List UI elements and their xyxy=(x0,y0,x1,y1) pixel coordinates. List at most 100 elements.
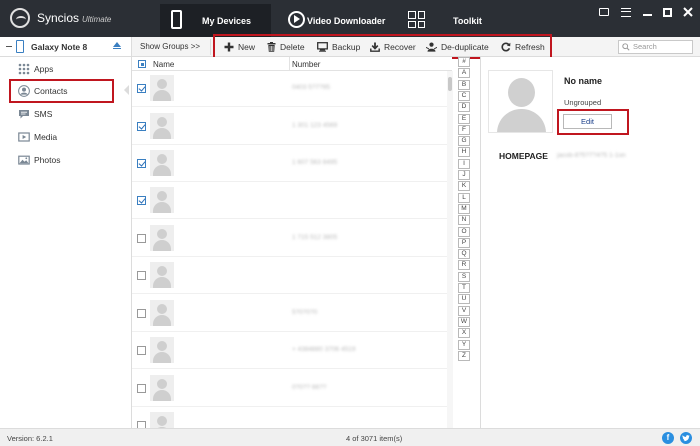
facebook-icon[interactable]: f xyxy=(662,432,674,444)
table-row[interactable] xyxy=(132,408,447,428)
alphabet-letter[interactable]: H xyxy=(458,147,470,158)
alphabet-letter[interactable]: D xyxy=(458,102,470,113)
column-header-number[interactable]: Number xyxy=(292,60,320,69)
alphabet-letter[interactable]: L xyxy=(458,192,470,203)
search-input[interactable]: Search xyxy=(618,40,693,54)
row-checkbox[interactable] xyxy=(137,421,146,428)
alphabet-letter[interactable]: N xyxy=(458,215,470,226)
contact-number: 0?0?? 66?? xyxy=(292,384,327,391)
trash-icon xyxy=(267,42,276,52)
alphabet-letter[interactable]: # xyxy=(458,57,470,67)
maximize-button[interactable] xyxy=(660,5,674,19)
item-count: 4 of 3071 item(s) xyxy=(346,434,403,443)
menu-button[interactable] xyxy=(619,5,633,19)
minimize-icon xyxy=(642,14,652,16)
message-icon xyxy=(599,8,609,16)
contact-avatar-icon xyxy=(150,375,174,401)
sidebar-item-photos[interactable]: Photos xyxy=(0,150,132,170)
minimize-button[interactable] xyxy=(640,5,654,19)
table-row[interactable] xyxy=(132,183,447,219)
alphabet-letter[interactable]: U xyxy=(458,294,470,305)
table-row[interactable]: 1 715 512 3805 xyxy=(132,221,447,257)
sidebar-item-sms[interactable]: SMS xyxy=(0,104,132,124)
contact-avatar-icon xyxy=(150,113,174,139)
table-row[interactable]: 0403 5?7?95 xyxy=(132,71,447,107)
sidebar-item-apps[interactable]: Apps xyxy=(0,59,132,79)
contact-avatar-icon xyxy=(150,187,174,213)
sidebar: Apps Contacts SMS Media Photos xyxy=(0,57,132,428)
alphabet-letter[interactable]: G xyxy=(458,136,470,147)
alphabet-letter[interactable]: P xyxy=(458,237,470,248)
table-row[interactable]: 1 301 123 4569 xyxy=(132,109,447,145)
row-checkbox[interactable] xyxy=(137,84,146,93)
row-checkbox[interactable] xyxy=(137,384,146,393)
row-checkbox[interactable] xyxy=(137,346,146,355)
alphabet-letter[interactable]: W xyxy=(458,316,470,327)
row-checkbox[interactable] xyxy=(137,271,146,280)
row-checkbox[interactable] xyxy=(137,234,146,243)
syncios-logo-icon xyxy=(10,8,30,28)
alphabet-letter[interactable]: Q xyxy=(458,249,470,260)
tab-label: My Devices xyxy=(202,15,252,26)
alphabet-letter[interactable]: A xyxy=(458,68,470,79)
eject-icon[interactable] xyxy=(113,42,121,51)
scroll-thumb[interactable] xyxy=(448,77,452,91)
row-checkbox[interactable] xyxy=(137,122,146,131)
contact-photo[interactable] xyxy=(488,70,553,133)
refresh-button[interactable]: Refresh xyxy=(501,40,545,54)
alphabet-letter[interactable]: B xyxy=(458,79,470,90)
show-groups-button[interactable]: Show Groups >> xyxy=(140,42,200,51)
table-row[interactable]: + 4384880 3706 4519 xyxy=(132,333,447,369)
alphabet-letter[interactable]: K xyxy=(458,181,470,192)
alphabet-letter[interactable]: R xyxy=(458,260,470,271)
alphabet-letter[interactable]: O xyxy=(458,226,470,237)
backup-button[interactable]: Backup xyxy=(317,40,360,54)
list-scrollbar[interactable] xyxy=(447,71,453,428)
alphabet-letter[interactable]: F xyxy=(458,124,470,135)
collapse-icon[interactable] xyxy=(6,46,12,47)
recover-label: Recover xyxy=(384,42,416,52)
app-edition: Ultimate xyxy=(82,15,112,24)
device-selector[interactable]: Galaxy Note 8 xyxy=(0,37,132,56)
contact-number: + 4384880 3706 4519 xyxy=(292,346,356,353)
deduplicate-button[interactable]: De-duplicate xyxy=(426,40,489,54)
tab-my-devices[interactable]: My Devices xyxy=(160,4,271,37)
alphabet-letter[interactable]: C xyxy=(458,90,470,101)
twitter-icon[interactable] xyxy=(680,432,692,444)
alphabet-letter[interactable]: Z xyxy=(458,350,470,361)
row-checkbox[interactable] xyxy=(137,309,146,318)
alphabet-letter[interactable]: I xyxy=(458,158,470,169)
row-checkbox[interactable] xyxy=(137,196,146,205)
table-row[interactable]: 5?0?0?0 xyxy=(132,296,447,332)
close-button[interactable] xyxy=(681,5,695,19)
sidebar-item-media[interactable]: Media xyxy=(0,127,132,147)
select-all-checkbox[interactable] xyxy=(138,60,146,68)
recover-button[interactable]: Recover xyxy=(370,40,416,54)
message-button[interactable] xyxy=(597,5,611,19)
delete-label: Delete xyxy=(280,42,305,52)
alphabet-letter[interactable]: J xyxy=(458,170,470,180)
homepage-value: jacob-8?5?7?4?5 1-1on xyxy=(557,152,626,159)
homepage-label: HOMEPAGE xyxy=(499,151,548,161)
table-row[interactable]: 0?0?? 66?? xyxy=(132,371,447,407)
table-row[interactable]: 1 607 563 8495 xyxy=(132,146,447,182)
alphabet-letter[interactable]: E xyxy=(458,113,470,124)
row-checkbox[interactable] xyxy=(137,159,146,168)
alphabet-letter[interactable]: T xyxy=(458,283,470,293)
column-header-name[interactable]: Name xyxy=(153,60,174,69)
contact-number: 1 301 123 4569 xyxy=(292,122,338,129)
alphabet-letter[interactable]: Y xyxy=(458,339,470,350)
table-row[interactable] xyxy=(132,258,447,294)
alphabet-letter[interactable]: S xyxy=(458,271,470,282)
device-name: Galaxy Note 8 xyxy=(31,42,88,52)
alphabet-letter[interactable]: X xyxy=(458,328,470,339)
new-button[interactable]: New xyxy=(224,40,255,54)
edit-button[interactable]: Edit xyxy=(563,114,612,129)
contact-list: 0403 5?7?95 1 301 123 4569 1 607 563 8495 1… xyxy=(132,71,447,428)
tab-toolkit[interactable]: Toolkit xyxy=(404,4,504,37)
alphabet-letter[interactable]: M xyxy=(458,203,470,214)
tab-video-downloader[interactable]: Video Downloader xyxy=(282,4,402,37)
delete-button[interactable]: Delete xyxy=(267,40,305,54)
alphabet-letter[interactable]: V xyxy=(458,305,470,316)
twitter-bird xyxy=(682,434,690,441)
